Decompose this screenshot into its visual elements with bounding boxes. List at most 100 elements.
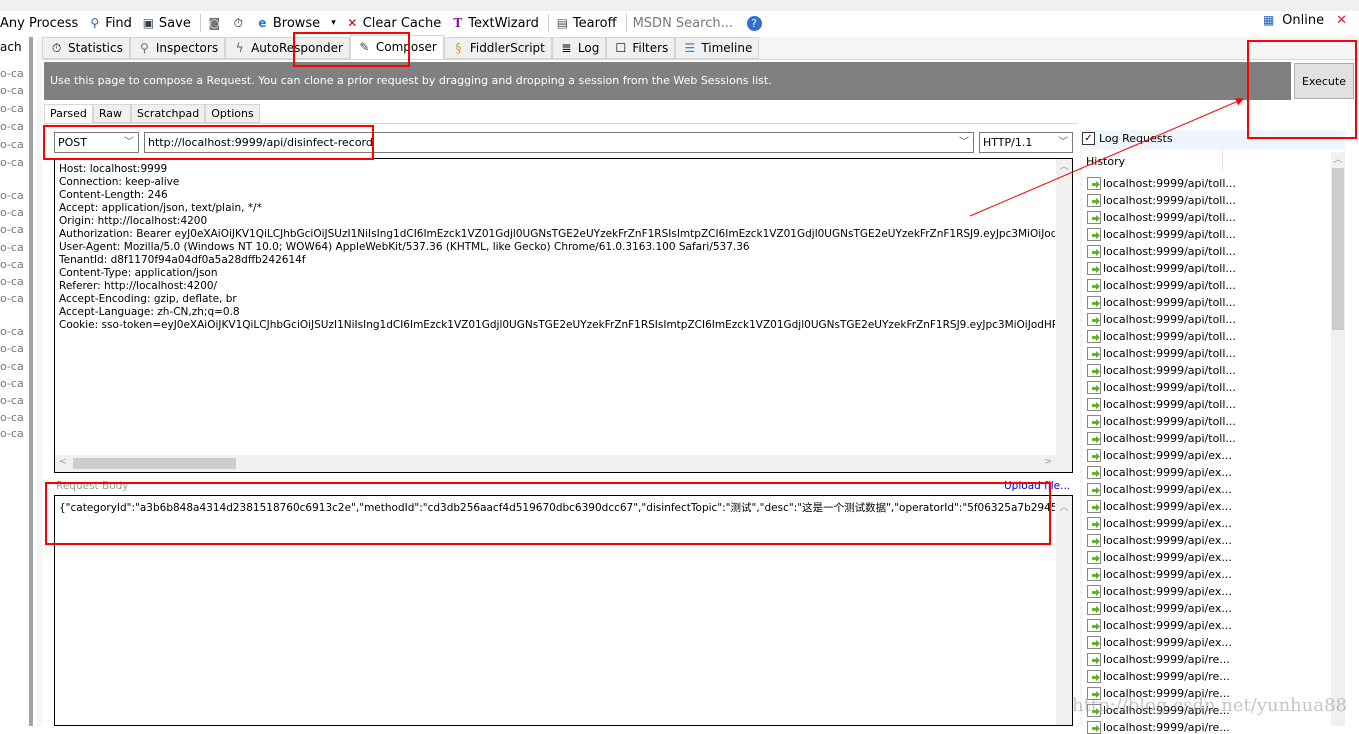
scroll-up-icon[interactable]: ︿ <box>1056 500 1072 513</box>
request-headers-textarea[interactable]: Host: localhost:9999 Connection: keep-ali… <box>54 158 1073 473</box>
history-header[interactable]: History <box>1082 150 1223 172</box>
session-row[interactable]: o-ca <box>0 138 24 151</box>
history-item[interactable]: localhost:9999/api/ex... <box>1087 585 1232 598</box>
session-row[interactable]: o-ca <box>0 342 24 355</box>
session-row[interactable]: o-ca <box>0 67 24 80</box>
history-item[interactable]: localhost:9999/api/toll... <box>1087 330 1236 343</box>
request-body-textarea[interactable]: {"categoryId":"a3b6b848a4314d2381518760c… <box>54 495 1073 726</box>
history-item[interactable]: localhost:9999/api/toll... <box>1087 415 1236 428</box>
screenshot-button[interactable]: ◙ <box>207 16 222 31</box>
history-item[interactable]: localhost:9999/api/re... <box>1087 670 1230 683</box>
session-row[interactable]: o-ca <box>0 325 24 338</box>
tearoff-button[interactable]: ▤ Tearoff <box>555 16 617 31</box>
history-item[interactable]: localhost:9999/api/toll... <box>1087 245 1236 258</box>
history-item[interactable]: localhost:9999/api/toll... <box>1087 432 1236 445</box>
vertical-scrollbar[interactable]: ︿ <box>1056 159 1072 455</box>
column-header[interactable]: ach ^ <box>0 37 29 57</box>
session-row[interactable]: o-ca <box>0 427 24 440</box>
scroll-up-icon[interactable]: ︿ <box>1331 152 1345 165</box>
history-item[interactable]: localhost:9999/api/toll... <box>1087 313 1236 326</box>
session-row[interactable]: o-ca <box>0 394 24 407</box>
history-item[interactable]: localhost:9999/api/toll... <box>1087 398 1236 411</box>
history-item[interactable]: localhost:9999/api/ex... <box>1087 517 1232 530</box>
tab-timeline[interactable]: ☰ Timeline <box>675 37 760 59</box>
history-item[interactable]: localhost:9999/api/toll... <box>1087 347 1236 360</box>
session-row[interactable]: o-ca <box>0 292 24 305</box>
tab-autoresponder[interactable]: ϟ AutoResponder <box>225 37 350 59</box>
history-item[interactable]: localhost:9999/api/re... <box>1087 721 1230 734</box>
msdn-search-input[interactable]: MSDN Search... <box>632 15 738 31</box>
textwizard-button[interactable]: T TextWizard <box>450 16 539 31</box>
http-version-select[interactable]: HTTP/1.1 ﹀ <box>979 132 1073 153</box>
history-item[interactable]: localhost:9999/api/toll... <box>1087 194 1236 207</box>
history-item[interactable]: localhost:9999/api/ex... <box>1087 449 1232 462</box>
session-row[interactable]: o-ca <box>0 360 24 373</box>
history-item[interactable]: localhost:9999/api/ex... <box>1087 500 1232 513</box>
session-row[interactable]: o-ca <box>0 241 24 254</box>
session-row[interactable]: o-ca <box>0 377 24 390</box>
history-item[interactable]: localhost:9999/api/toll... <box>1087 296 1236 309</box>
subtab-raw[interactable]: Raw <box>92 104 131 123</box>
tab-filters[interactable]: ☐ Filters <box>606 37 676 59</box>
scrollbar-thumb[interactable] <box>1332 168 1344 330</box>
session-row[interactable]: o-ca <box>0 189 24 202</box>
tab-composer[interactable]: ✎ Composer <box>349 35 444 59</box>
close-icon[interactable]: ✕ <box>1336 13 1347 28</box>
execute-button[interactable]: Execute <box>1294 63 1354 99</box>
online-status[interactable]: ▦ Online ✕ <box>1261 13 1347 28</box>
upload-file-link[interactable]: Upload file... <box>1004 480 1070 492</box>
history-item[interactable]: localhost:9999/api/toll... <box>1087 211 1236 224</box>
scrollbar-thumb[interactable] <box>73 458 236 469</box>
scroll-up-icon[interactable]: ︿ <box>1056 159 1072 172</box>
session-row[interactable]: o-ca <box>0 120 24 133</box>
session-row[interactable]: o-ca <box>0 411 24 424</box>
vertical-scrollbar[interactable]: ︿ <box>1056 496 1072 725</box>
subtab-parsed[interactable]: Parsed <box>44 104 93 123</box>
history-item[interactable]: localhost:9999/api/ex... <box>1087 466 1232 479</box>
history-item[interactable]: localhost:9999/api/toll... <box>1087 177 1236 190</box>
history-item[interactable]: localhost:9999/api/ex... <box>1087 619 1232 632</box>
history-item[interactable]: localhost:9999/api/re... <box>1087 653 1230 666</box>
chevron-down-icon[interactable]: ▾ <box>331 18 336 28</box>
history-item[interactable]: localhost:9999/api/toll... <box>1087 279 1236 292</box>
history-item[interactable]: localhost:9999/api/ex... <box>1087 483 1232 496</box>
find-button[interactable]: ⚲ Find <box>87 16 132 31</box>
session-row[interactable]: o-ca <box>0 275 24 288</box>
save-button[interactable]: ▣ Save <box>141 16 191 31</box>
log-requests-checkbox[interactable]: ✓ Log Requests <box>1082 132 1173 145</box>
history-item[interactable]: localhost:9999/api/toll... <box>1087 262 1236 275</box>
any-process-button[interactable]: Any Process <box>0 16 78 31</box>
history-item[interactable]: localhost:9999/api/toll... <box>1087 381 1236 394</box>
browse-button[interactable]: e Browse ▾ <box>255 16 336 31</box>
method-select[interactable]: POST ﹀ <box>54 132 139 153</box>
tab-inspectors[interactable]: ⚲ Inspectors <box>129 37 226 59</box>
subtab-scratchpad[interactable]: Scratchpad <box>130 104 206 123</box>
horizontal-scrollbar[interactable]: < > <box>55 455 1072 472</box>
history-list[interactable]: History localhost:9999/api/toll... localh… <box>1082 150 1345 734</box>
session-row[interactable]: o-ca <box>0 223 24 236</box>
session-row[interactable]: o-ca <box>0 156 24 169</box>
subtab-options[interactable]: Options <box>205 104 260 123</box>
session-row[interactable]: o-ca <box>0 102 24 115</box>
scroll-left-icon[interactable]: < <box>59 457 67 467</box>
url-input[interactable]: http://localhost:9999/api/disinfect-reco… <box>144 132 974 153</box>
history-item[interactable]: localhost:9999/api/toll... <box>1087 228 1236 241</box>
tab-fiddlerscript[interactable]: § FiddlerScript <box>443 37 552 59</box>
timer-button[interactable]: ⏱ <box>231 16 246 31</box>
history-item[interactable]: localhost:9999/api/ex... <box>1087 534 1232 547</box>
history-scrollbar[interactable]: ︿ <box>1331 152 1345 726</box>
session-row[interactable]: o-ca <box>0 258 24 271</box>
history-item[interactable]: localhost:9999/api/ex... <box>1087 602 1232 615</box>
clear-cache-button[interactable]: ✕ Clear Cache <box>345 16 441 31</box>
tab-log[interactable]: ≣ Log <box>551 37 607 59</box>
tab-statistics[interactable]: ⏱ Statistics <box>42 37 130 59</box>
help-button[interactable]: ? <box>746 15 762 31</box>
web-sessions-list[interactable]: ach ^ o-ca o-ca o-ca o-ca o-ca o-ca o-ca o-ca o-… <box>0 37 33 726</box>
history-item[interactable]: localhost:9999/api/ex... <box>1087 551 1232 564</box>
session-row[interactable]: o-ca <box>0 84 24 97</box>
session-row[interactable]: o-ca <box>0 206 24 219</box>
history-item[interactable]: localhost:9999/api/ex... <box>1087 636 1232 649</box>
scroll-right-icon[interactable]: > <box>1044 457 1052 467</box>
history-item[interactable]: localhost:9999/api/toll... <box>1087 364 1236 377</box>
history-item[interactable]: localhost:9999/api/ex... <box>1087 568 1232 581</box>
